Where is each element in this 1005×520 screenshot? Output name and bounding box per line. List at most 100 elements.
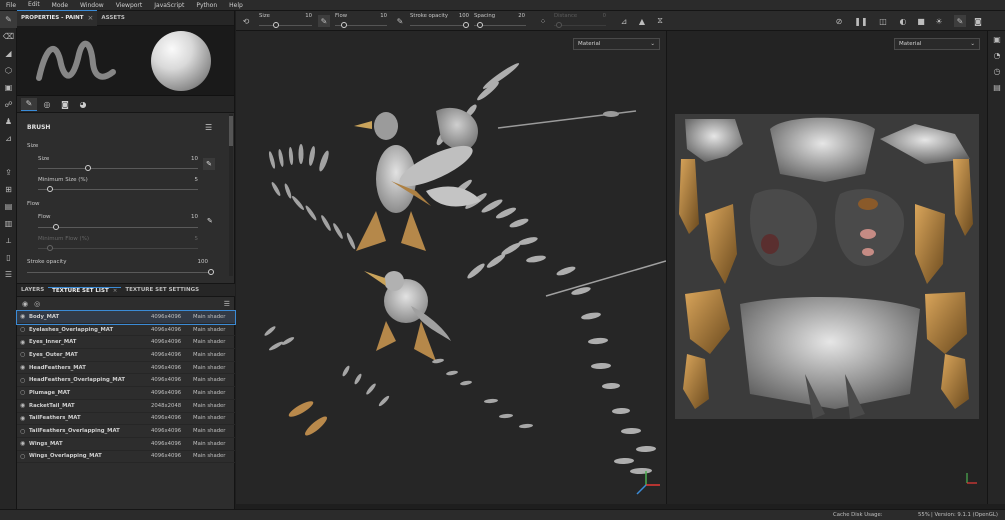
texture-set-shader[interactable]: Main shader	[193, 327, 226, 333]
texture-set-shader[interactable]: Main shader	[193, 352, 226, 358]
tab-layers[interactable]: LAYERS	[17, 287, 48, 293]
stencil-tab-icon[interactable]: ◙	[57, 98, 73, 111]
texture-set-shader[interactable]: Main shader	[193, 441, 226, 447]
texture-set-row[interactable]: ○ Eyelashes_Overlapping_MAT 4096x4096 Main …	[17, 324, 235, 337]
screenshot-icon[interactable]: ◙	[972, 15, 984, 27]
texture-set-shader[interactable]: Main shader	[193, 415, 226, 421]
texture-set-row[interactable]: ◉ TailFeathers_MAT 4096x4096 Main shader	[17, 413, 235, 426]
texture-set-shader[interactable]: Main shader	[193, 453, 226, 459]
menu-viewport[interactable]: Viewport	[110, 0, 149, 11]
shader-settings-icon[interactable]: ◔	[988, 47, 1005, 63]
texture-set-row[interactable]: ◉ Eyes_Inner_MAT 4096x4096 Main shader	[17, 336, 235, 350]
scrollbar-thumb[interactable]	[229, 116, 233, 146]
menu-lines-icon[interactable]: ☰	[224, 300, 230, 308]
texture-set-shader[interactable]: Main shader	[193, 365, 226, 371]
clone-icon[interactable]: ♟	[0, 113, 17, 130]
viewport-2d[interactable]: Material ⌄	[667, 31, 987, 504]
smudge-icon[interactable]: ☍	[0, 96, 17, 113]
polygon-fill-icon[interactable]: ▣	[0, 79, 17, 96]
lighting-icon[interactable]: ☀	[933, 15, 945, 27]
close-icon[interactable]: ×	[113, 288, 118, 294]
tab-texture-set-settings[interactable]: TEXTURE SET SETTINGS	[121, 287, 203, 293]
display-settings-icon[interactable]: ▣	[988, 31, 1005, 47]
pen-pressure-icon[interactable]: ✎	[318, 15, 330, 27]
eye-outline-icon[interactable]: ○	[20, 351, 29, 358]
eye-icon[interactable]: ◉	[20, 313, 29, 320]
menu-mode[interactable]: Mode	[46, 0, 74, 11]
stroke-opacity-slider-handle[interactable]	[208, 269, 214, 275]
color-picker-icon[interactable]: ⊿	[0, 130, 17, 147]
unknown-tool-icon[interactable]: ▥	[0, 215, 17, 232]
texture-set-shader[interactable]: Main shader	[193, 390, 226, 396]
split-view-icon[interactable]: ◫	[877, 15, 889, 27]
eye-outline-icon[interactable]: ○	[20, 377, 29, 384]
mirror-icon[interactable]: ⧖	[654, 15, 666, 27]
layers-stack-icon[interactable]: ☰	[0, 266, 17, 283]
properties-scrollbar[interactable]	[229, 114, 233, 276]
toolbar-distance-handle[interactable]	[556, 22, 562, 28]
menu-help[interactable]: Help	[223, 0, 249, 11]
toolbar-size-slider[interactable]	[259, 25, 312, 26]
eye-icon[interactable]: ◉	[20, 440, 29, 447]
texture-set-row[interactable]: ○ Wings_Overlapping_MAT 4096x4096 Main shad…	[17, 451, 235, 464]
eye-icon[interactable]: ◉	[20, 364, 29, 371]
eraser-icon[interactable]: ⌫	[0, 28, 17, 45]
lazy-mouse-icon[interactable]: ⁘	[537, 15, 549, 27]
camera-icon[interactable]: ■	[915, 15, 927, 27]
min-size-slider-track[interactable]	[38, 189, 198, 190]
eye-icon[interactable]: ◉	[20, 339, 29, 346]
geometry-fill-icon[interactable]: ⬡	[0, 62, 17, 79]
eye-outline-icon[interactable]: ○	[20, 389, 29, 396]
viewport-3d-mode-select[interactable]: Material ⌄	[573, 38, 660, 50]
toolbar-flow-handle[interactable]	[341, 22, 347, 28]
pen-pressure-icon[interactable]: ✎	[203, 158, 215, 170]
viewport-2d-mode-select[interactable]: Material ⌄	[894, 38, 980, 50]
toolbar-spacing-handle[interactable]	[477, 22, 483, 28]
document-icon[interactable]: ▯	[0, 249, 17, 266]
bake-icon[interactable]: ⇪	[0, 164, 17, 181]
pen-pressure-flow-icon[interactable]: ✎	[394, 15, 406, 27]
log-icon[interactable]: ▤	[988, 79, 1005, 95]
eye-icon[interactable]: ◉	[20, 402, 29, 409]
flow-slider-track[interactable]	[38, 227, 198, 228]
texture-set-row[interactable]: ◉ RacketTail_MAT 2048x2048 Main shader	[17, 400, 235, 413]
eye-icon[interactable]: ◉	[20, 415, 29, 422]
paint-brush-icon[interactable]: ✎	[0, 11, 17, 28]
eye-outline-icon[interactable]: ◎	[34, 300, 40, 308]
stroke-opacity-slider-track[interactable]	[27, 272, 213, 273]
size-slider-track[interactable]	[38, 168, 198, 169]
texture-set-shader[interactable]: Main shader	[193, 339, 226, 345]
menu-window[interactable]: Window	[74, 0, 110, 11]
no-wireframe-icon[interactable]: ⊘	[833, 15, 845, 27]
min-flow-slider-handle[interactable]	[47, 245, 53, 251]
eye-outline-icon[interactable]: ○	[20, 428, 29, 435]
projection-icon[interactable]: ◢	[0, 45, 17, 62]
eye-outline-icon[interactable]: ○	[20, 326, 29, 333]
pause-icon[interactable]: ❚❚	[854, 15, 867, 27]
eye-outline-icon[interactable]: ○	[20, 453, 29, 460]
environment-icon[interactable]: ◐	[897, 15, 909, 27]
texture-set-row[interactable]: ○ HeadFeathers_Overlapping_MAT 4096x4096 Ma…	[17, 374, 235, 388]
menu-file[interactable]: File	[0, 0, 22, 11]
flow-slider-handle[interactable]	[53, 224, 59, 230]
stack-icon[interactable]: ▤	[0, 198, 17, 215]
line-angle-icon[interactable]: ⊿	[618, 15, 630, 27]
texture-set-row[interactable]: ◉ Wings_MAT 4096x4096 Main shader	[17, 438, 235, 451]
pen-pressure-flow-icon[interactable]: ✎	[207, 217, 213, 225]
tab-texture-set-list[interactable]: TEXTURE SET LIST ×	[48, 286, 122, 294]
tab-properties-paint[interactable]: PROPERTIES - PAINT ×	[17, 10, 98, 26]
texture-set-row[interactable]: ○ Eyes_Outer_MAT 4096x4096 Main shader	[17, 349, 235, 362]
toolbar-stroke-opacity-handle[interactable]	[463, 22, 469, 28]
size-slider-handle[interactable]	[85, 165, 91, 171]
menu-lines-icon[interactable]: ☰	[205, 123, 212, 132]
min-size-slider-handle[interactable]	[47, 186, 53, 192]
min-flow-slider-track[interactable]	[38, 248, 198, 249]
texture-set-shader[interactable]: Main shader	[193, 314, 226, 320]
material-tab-icon[interactable]: ◕	[75, 98, 91, 111]
texture-set-shader[interactable]: Main shader	[193, 403, 226, 409]
eye-icon[interactable]: ◉	[22, 300, 28, 308]
viewport-3d[interactable]: Material ⌄	[236, 31, 666, 504]
texture-set-shader[interactable]: Main shader	[193, 428, 226, 434]
toolbar-stroke-opacity-slider[interactable]	[410, 25, 468, 26]
measure-icon[interactable]: ⊞	[0, 181, 17, 198]
